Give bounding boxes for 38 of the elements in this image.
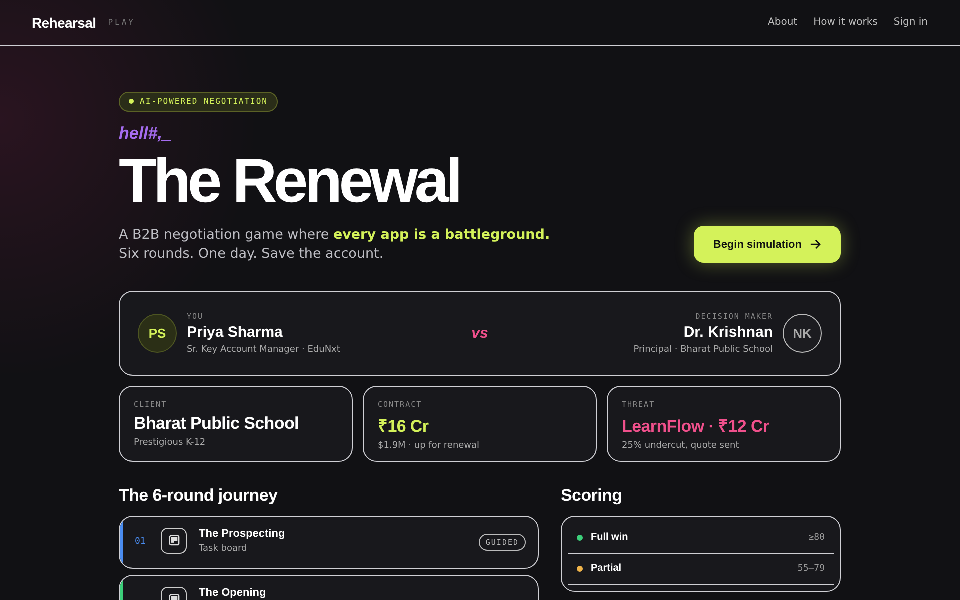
hero-description: A B2B negotiation game where every app is a battleground. <box>119 226 550 244</box>
nav-link[interactable]: How it works <box>814 17 878 28</box>
hero-subline: Six rounds. One day. Save the account. <box>119 244 385 264</box>
avatar: PS <box>138 314 177 352</box>
stat-note: $1.9M · up for renewal <box>378 440 481 450</box>
arrow-right-icon <box>810 239 821 250</box>
round-subtitle: Task board <box>199 544 248 554</box>
versus-label: vs <box>472 324 488 342</box>
stat-value: Bharat Public School <box>134 414 300 434</box>
dot-icon <box>129 99 134 104</box>
nav-link[interactable]: Sign in <box>894 17 928 28</box>
badge-text: AI-POWERED NEGOTIATION <box>140 97 268 106</box>
begin-simulation-button[interactable]: Begin simulation <box>694 226 841 263</box>
score-label: Partial <box>591 563 622 574</box>
round-title: The Prospecting <box>199 528 286 540</box>
score-label: Full win <box>591 532 628 543</box>
player-detail: Sr. Key Account Manager · EduNxt <box>187 344 340 354</box>
avatar: NK <box>783 314 822 352</box>
round-card[interactable]: The Opening <box>119 574 539 600</box>
stat-note: Prestigious K-12 <box>134 438 207 448</box>
score-range: 55–79 <box>798 564 825 574</box>
stat-value: ₹16 Cr <box>378 416 430 436</box>
player-name: Priya Sharma <box>187 324 283 340</box>
hero-title: The Renewal <box>119 148 460 216</box>
board-icon <box>161 528 187 554</box>
brand-tag: PLAY <box>108 18 136 27</box>
section-heading: Scoring <box>561 486 624 506</box>
stat-value: LearnFlow · ₹12 Cr <box>622 416 770 436</box>
opponent-name: Dr. Krishnan <box>684 324 773 340</box>
opponent-detail: Principal · Bharat Public School <box>634 344 773 354</box>
brand-name[interactable]: Rehearsal <box>32 14 96 30</box>
score-range: ≥80 <box>808 532 825 542</box>
round-number: 01 <box>135 536 147 546</box>
stat-note: 25% undercut, quote sent <box>622 440 740 450</box>
nav-link[interactable]: About <box>768 17 798 28</box>
round-title: The Opening <box>199 586 266 598</box>
section-heading: The 6-round journey <box>119 486 279 506</box>
typing-text: hell#,_ <box>119 124 173 144</box>
